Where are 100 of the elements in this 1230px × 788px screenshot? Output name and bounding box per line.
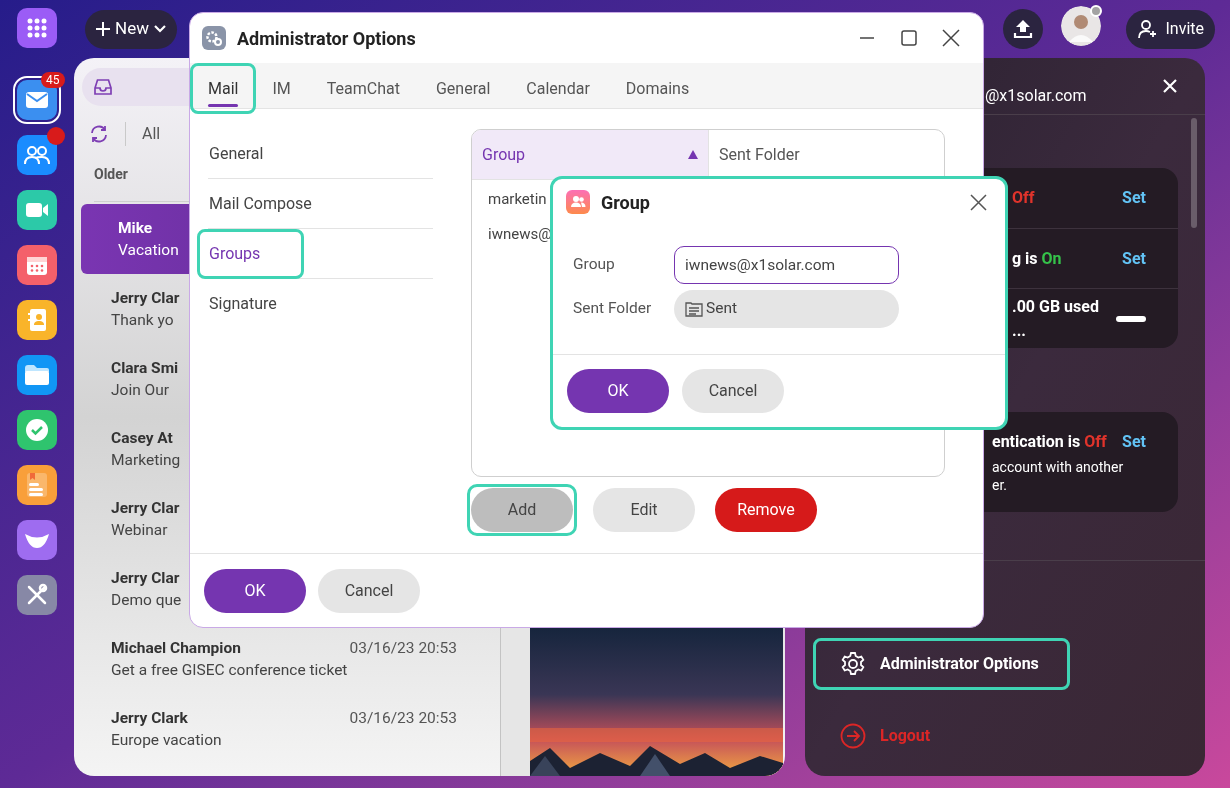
grid-icon bbox=[26, 17, 48, 39]
cancel-button[interactable]: Cancel bbox=[682, 369, 784, 413]
tab[interactable]: General bbox=[417, 63, 509, 114]
action-button[interactable]: Edit bbox=[593, 488, 695, 532]
input-field[interactable]: iwnews@x1solar.com bbox=[674, 246, 899, 284]
ok-button[interactable]: OK bbox=[567, 369, 669, 413]
app-launcher[interactable] bbox=[17, 8, 57, 48]
tab[interactable]: Domains bbox=[607, 63, 708, 114]
dialog-title: Group bbox=[601, 190, 650, 215]
message-subject: Europe vacation bbox=[111, 730, 222, 751]
app-launcher[interactable] bbox=[17, 575, 57, 615]
message-subject: Marketing bbox=[111, 450, 181, 471]
message-subject: Join Our bbox=[111, 380, 170, 401]
app-launcher[interactable] bbox=[17, 410, 57, 450]
notebook-icon bbox=[26, 472, 48, 498]
people-icon bbox=[566, 190, 590, 214]
plus-icon bbox=[95, 21, 111, 37]
tab[interactable]: Calendar bbox=[508, 63, 608, 114]
tab[interactable]: Mail bbox=[190, 63, 257, 114]
column-header[interactable]: Group bbox=[472, 130, 708, 179]
action-button[interactable]: Remove bbox=[715, 488, 817, 532]
app-launcher[interactable] bbox=[17, 300, 57, 340]
app-launcher[interactable] bbox=[17, 520, 57, 560]
tools-icon bbox=[25, 583, 49, 607]
message-date: 03/16/23 20:53 bbox=[349, 708, 457, 729]
unread-badge: 45 bbox=[41, 72, 65, 88]
app-launcher[interactable] bbox=[17, 465, 57, 505]
table-cell-text: marketin bbox=[488, 189, 547, 211]
folder-icon bbox=[24, 364, 50, 386]
check-circle-icon bbox=[25, 418, 49, 442]
logout-icon bbox=[840, 723, 866, 749]
table-cell-text: iwnews@ bbox=[488, 224, 552, 246]
action-button[interactable]: Add bbox=[471, 488, 573, 532]
inbox-icon bbox=[93, 78, 113, 96]
app-launcher[interactable] bbox=[17, 135, 57, 175]
upload-button[interactable] bbox=[1003, 9, 1044, 49]
message-subject: Thank yo bbox=[111, 310, 174, 331]
setting-description: account with another bbox=[992, 458, 1125, 476]
setting-status: Off bbox=[1012, 187, 1035, 209]
close-icon bbox=[942, 29, 960, 47]
storage-bar bbox=[1116, 315, 1146, 322]
message-subject: Demo que bbox=[111, 590, 182, 611]
invite-button[interactable]: Invite bbox=[1126, 9, 1215, 49]
tab[interactable]: TeamChat bbox=[308, 63, 418, 114]
upload-icon bbox=[1012, 18, 1035, 40]
avatar[interactable] bbox=[1061, 5, 1102, 46]
sender-name: Michael Champion bbox=[111, 638, 241, 659]
calendar-icon bbox=[26, 254, 48, 276]
field-label: Sent Folder bbox=[573, 298, 653, 320]
sender-name: Mike bbox=[118, 218, 153, 239]
tab[interactable]: IM bbox=[254, 63, 309, 114]
nav-item[interactable]: Signature bbox=[197, 279, 298, 329]
maximize-icon bbox=[900, 29, 918, 47]
set-link[interactable]: Set bbox=[1122, 246, 1158, 271]
nav-item[interactable]: Groups bbox=[197, 228, 304, 279]
message-row[interactable]: Michael Champion 03/16/23 20:53 Get a free GISEC conference ticket bbox=[74, 624, 500, 694]
app-launcher[interactable] bbox=[17, 245, 57, 285]
address-book-icon bbox=[27, 308, 47, 332]
storage-usage: .00 GB used ... bbox=[1012, 295, 1100, 342]
close-icon bbox=[1162, 78, 1178, 94]
close-button[interactable] bbox=[968, 192, 988, 212]
people-icon bbox=[24, 145, 50, 165]
message-row[interactable]: Jerry Clark 03/16/23 20:53 Europe vacation bbox=[74, 694, 500, 764]
message-subject: Vacation bbox=[118, 240, 179, 261]
window-title: Administrator Options bbox=[237, 26, 416, 51]
message-date: 03/16/23 20:53 bbox=[349, 638, 457, 659]
app-launcher[interactable] bbox=[17, 190, 57, 230]
close-icon bbox=[969, 193, 987, 211]
menu-item[interactable]: Administrator Options bbox=[813, 638, 1070, 690]
app-launcher[interactable] bbox=[17, 355, 57, 395]
gear-icon bbox=[840, 651, 866, 677]
filter-dropdown[interactable]: All bbox=[142, 122, 161, 146]
sender-name: Jerry Clar bbox=[111, 568, 180, 589]
cancel-button[interactable]: Cancel bbox=[318, 568, 420, 613]
field-label: Group bbox=[573, 254, 616, 276]
sort-up-icon bbox=[688, 150, 698, 159]
scrollbar-thumb[interactable] bbox=[1191, 118, 1197, 228]
set-link[interactable]: Set bbox=[1122, 186, 1158, 210]
minimize-icon bbox=[859, 37, 875, 39]
sender-name: Jerry Clark bbox=[111, 708, 188, 729]
refresh-icon bbox=[89, 125, 109, 143]
account-email: @x1solar.com bbox=[985, 84, 1087, 107]
setting-description: er. bbox=[992, 476, 1009, 494]
setting-status: g is On bbox=[1012, 247, 1062, 270]
set-link[interactable]: Set bbox=[1122, 430, 1158, 454]
video-camera-icon bbox=[25, 201, 49, 219]
folder-select[interactable]: Sent bbox=[674, 290, 899, 328]
ok-button[interactable]: OK bbox=[204, 568, 306, 613]
envelope-icon bbox=[25, 90, 49, 110]
document-icon bbox=[684, 300, 704, 318]
chevron-down-icon bbox=[152, 24, 167, 34]
refresh-button[interactable] bbox=[89, 124, 109, 144]
setting-status: entication is Off bbox=[992, 431, 1107, 453]
sender-name: Jerry Clar bbox=[111, 288, 180, 309]
sender-name: Jerry Clar bbox=[111, 498, 180, 519]
new-button[interactable]: New bbox=[85, 9, 177, 49]
message-subject: Get a free GISEC conference ticket bbox=[111, 660, 348, 681]
gear-icon bbox=[202, 26, 226, 50]
message-subject: Webinar bbox=[111, 520, 168, 541]
sender-name: Clara Smi bbox=[111, 358, 179, 379]
